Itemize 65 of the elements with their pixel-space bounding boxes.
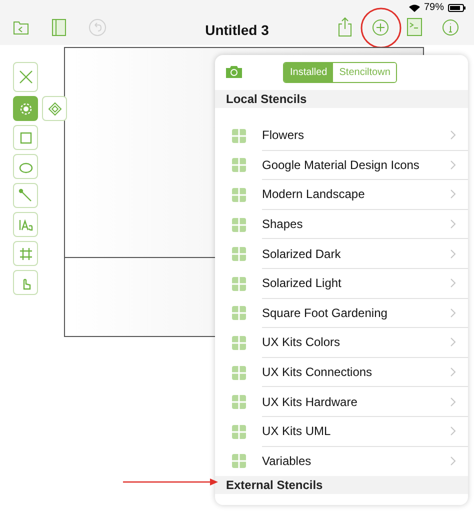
chevron-icon <box>450 189 456 200</box>
grid-icon <box>18 246 34 262</box>
tool-option-button[interactable] <box>42 96 67 121</box>
tool-button[interactable] <box>13 270 38 295</box>
share-button[interactable] <box>338 17 352 37</box>
chevron-icon <box>450 308 456 318</box>
highlight-circle <box>360 7 402 49</box>
stencil-row[interactable]: Variables <box>215 446 468 476</box>
tool-button[interactable] <box>13 212 38 237</box>
chevron-icon <box>450 396 456 407</box>
stencil-row[interactable]: Google Material Design Icons <box>215 150 468 180</box>
chevron-icon <box>450 248 456 259</box>
section-header: Local Stencils <box>215 90 468 108</box>
line-icon <box>18 188 34 204</box>
section-header: External Stencils <box>215 476 468 494</box>
stencil-row[interactable]: Modern Landscape <box>215 180 468 210</box>
stencil-icon <box>232 454 246 468</box>
tool-button[interactable] <box>13 241 38 266</box>
stencil-row[interactable]: Solarized Light <box>215 268 468 299</box>
target-icon <box>18 100 34 116</box>
console-button[interactable] <box>407 18 422 36</box>
stencil-icon <box>232 306 246 320</box>
camera-button[interactable] <box>226 65 242 78</box>
stencil-icon <box>232 128 246 143</box>
stencil-row[interactable]: Flowers <box>215 121 468 151</box>
sidebar-button[interactable] <box>52 19 66 36</box>
stencil-row[interactable]: UX Kits Hardware <box>215 387 468 417</box>
stencil-icon <box>232 395 246 410</box>
stencil-row[interactable]: Square Foot Gardening <box>215 298 468 328</box>
chevron-icon <box>450 337 456 348</box>
chevron-icon <box>450 160 456 170</box>
diamond-icon <box>48 102 62 116</box>
tool-button[interactable] <box>13 62 38 92</box>
stencil-icon <box>232 336 246 350</box>
tool-button[interactable] <box>13 183 38 208</box>
document-title: Untitled 3 <box>204 21 270 40</box>
tool-button[interactable] <box>13 96 38 121</box>
battery-icon <box>448 4 466 12</box>
stencil-icon <box>232 218 246 232</box>
stencil-icon <box>232 366 246 380</box>
stencil-row[interactable]: UX Kits Colors <box>215 328 468 358</box>
stencil-icon <box>232 158 246 172</box>
stencil-row[interactable]: UX Kits Connections <box>215 358 468 388</box>
tool-button[interactable] <box>13 125 38 150</box>
battery-percent: 79% <box>424 1 444 15</box>
chevron-icon <box>450 367 456 378</box>
stencil-row[interactable]: Solarized Dark <box>215 239 468 269</box>
chevron-icon <box>450 278 456 288</box>
chevron-icon <box>450 426 456 436</box>
stencil-icon <box>232 247 246 262</box>
wifi-icon <box>408 4 420 12</box>
chevron-icon <box>450 456 456 466</box>
stencil-row[interactable]: UX Kits UML <box>215 416 468 447</box>
documents-button[interactable] <box>13 20 29 35</box>
add-button[interactable] <box>372 19 389 36</box>
stencil-icon <box>232 276 246 291</box>
stencil-icon <box>232 424 246 439</box>
info-button[interactable] <box>442 19 459 36</box>
rectangle-icon <box>18 130 34 146</box>
chevron-icon <box>450 130 456 140</box>
undo-button[interactable] <box>89 19 106 36</box>
stencil-row[interactable]: Shapes <box>215 210 468 240</box>
chevron-icon <box>450 219 456 230</box>
stencil-icon <box>232 188 246 202</box>
tool-button[interactable] <box>13 154 38 179</box>
